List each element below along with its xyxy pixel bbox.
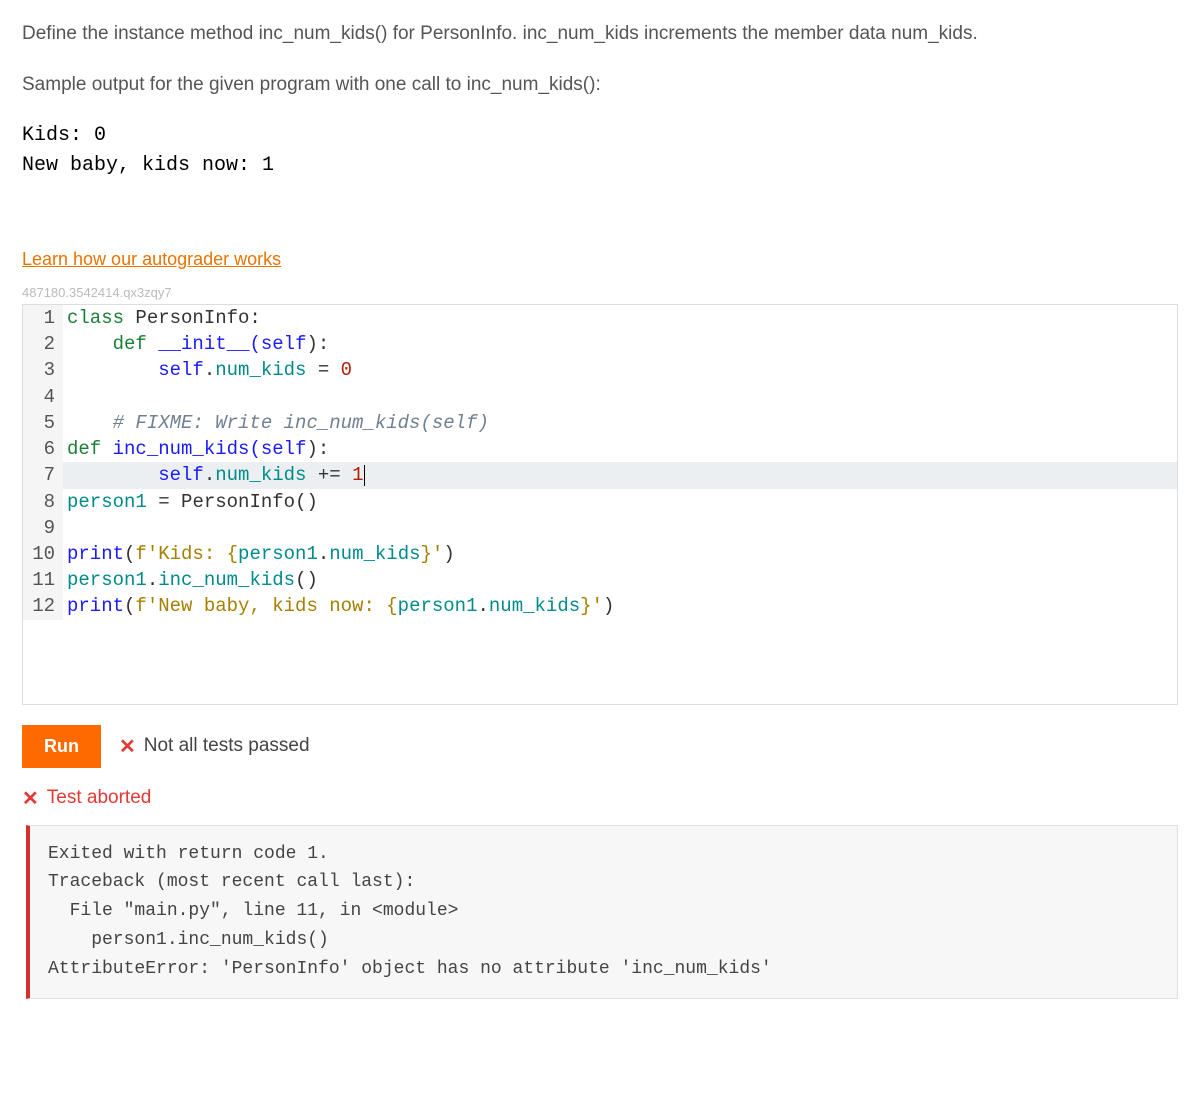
code-editor[interactable]: 1 class PersonInfo: 2 def __init__(self)… <box>22 304 1178 705</box>
gutter-line: 5 <box>23 410 63 436</box>
code-line: self.num_kids = 0 <box>63 357 1177 383</box>
gutter-line: 8 <box>23 489 63 515</box>
code-line <box>63 384 1177 410</box>
status-text: Not all tests passed <box>144 735 310 757</box>
code-line: class PersonInfo: <box>63 305 1177 331</box>
gutter-line: 1 <box>23 305 63 331</box>
text-cursor-icon <box>364 465 365 486</box>
watermark-id: 487180.3542414.qx3zqy7 <box>22 285 1178 300</box>
gutter-line: 4 <box>23 384 63 410</box>
gutter-line: 11 <box>23 567 63 593</box>
code-line: print(f'Kids: {person1.num_kids}') <box>63 541 1177 567</box>
error-output: Exited with return code 1. Traceback (mo… <box>26 825 1178 999</box>
autograder-link[interactable]: Learn how our autograder works <box>22 249 281 269</box>
gutter-line: 10 <box>23 541 63 567</box>
sample-output: Kids: 0 New baby, kids now: 1 <box>22 121 1178 181</box>
code-line-active: self.num_kids += 1 <box>63 462 1177 488</box>
gutter-line: 6 <box>23 436 63 462</box>
test-status: ✕ Not all tests passed <box>119 734 310 759</box>
x-icon: ✕ <box>119 734 136 759</box>
test-aborted-label: ✕ Test aborted <box>22 786 1178 811</box>
problem-instructions: Define the instance method inc_num_kids(… <box>22 20 1178 99</box>
code-line: # FIXME: Write inc_num_kids(self) <box>63 410 1177 436</box>
code-line: print(f'New baby, kids now: {person1.num… <box>63 593 1177 619</box>
run-button[interactable]: Run <box>22 725 101 768</box>
code-line: person1.inc_num_kids() <box>63 567 1177 593</box>
gutter-line: 7 <box>23 462 63 488</box>
x-icon: ✕ <box>22 786 39 811</box>
gutter-line: 3 <box>23 357 63 383</box>
code-line <box>63 515 1177 541</box>
code-line: def inc_num_kids(self): <box>63 436 1177 462</box>
gutter-line: 12 <box>23 593 63 619</box>
gutter-line: 9 <box>23 515 63 541</box>
code-line: def __init__(self): <box>63 331 1177 357</box>
code-line: person1 = PersonInfo() <box>63 489 1177 515</box>
instruction-p1: Define the instance method inc_num_kids(… <box>22 20 1178 49</box>
instruction-p2: Sample output for the given program with… <box>22 71 1178 100</box>
gutter-line: 2 <box>23 331 63 357</box>
